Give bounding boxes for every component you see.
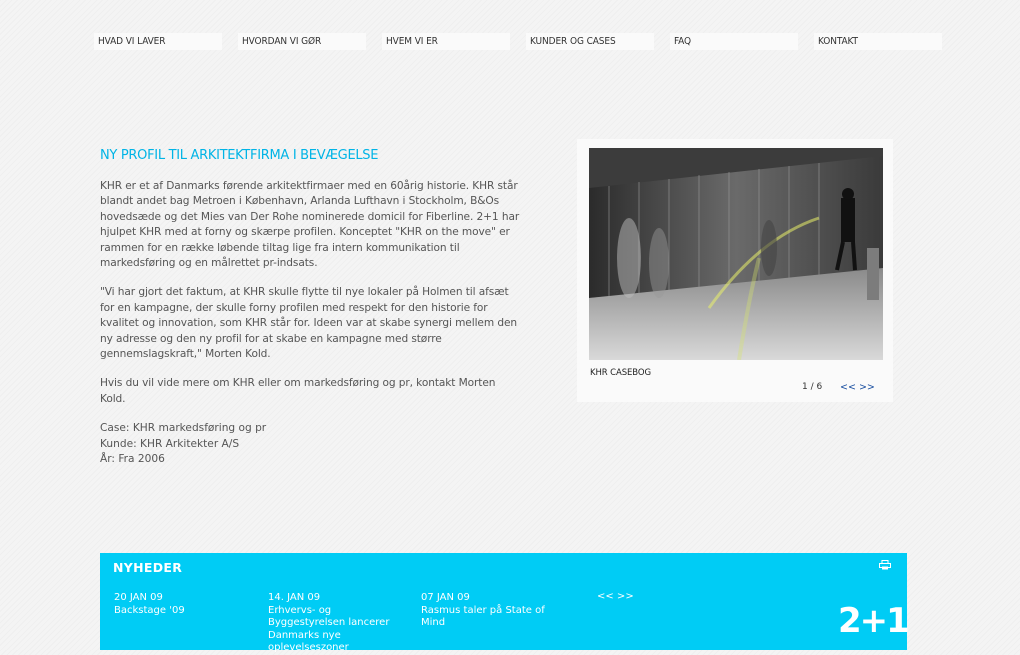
- news-nav-arrows[interactable]: << >>: [597, 591, 634, 602]
- page-counter: 1 / 6: [802, 382, 823, 392]
- case-meta-line: Case: KHR markedsføring og pr: [100, 422, 267, 435]
- nav-item-hvordan-vi-goer[interactable]: HVORDAN VI GØR: [238, 33, 366, 50]
- news-text: Erhvervs- og Byggestyrelsen lancerer Dan…: [268, 604, 390, 654]
- gallery-nav-arrows[interactable]: << >>: [840, 382, 875, 393]
- news-text: Rasmus taler på State of Mind: [421, 604, 545, 629]
- article: NY PROFIL TIL ARKITEKTFIRMA I BEVÆGELSE …: [100, 148, 520, 468]
- nav-item-hvad-vi-laver[interactable]: HVAD VI LAVER: [94, 33, 222, 50]
- news-item[interactable]: 14. JAN 09 Erhvervs- og Byggestyrelsen l…: [268, 592, 408, 655]
- print-icon[interactable]: [879, 560, 891, 570]
- case-meta-line: År: Fra 2006: [100, 453, 165, 466]
- news-date: 07 JAN 09: [421, 592, 470, 603]
- news-item[interactable]: 20 JAN 09 Backstage '09: [114, 592, 254, 617]
- main-nav: HVAD VI LAVER HVORDAN VI GØR HVEM VI ER …: [94, 33, 944, 51]
- case-label: KHR CASEBOG: [590, 368, 651, 378]
- article-paragraph: "Vi har gjort det faktum, at KHR skulle …: [100, 286, 517, 361]
- brand-logo[interactable]: 2+1: [838, 601, 910, 641]
- nav-item-faq[interactable]: FAQ: [670, 33, 798, 50]
- nav-item-hvem-vi-er[interactable]: HVEM VI ER: [382, 33, 510, 50]
- case-photo: [589, 148, 883, 360]
- news-date: 14. JAN 09: [268, 592, 321, 603]
- case-meta: Case: KHR markedsføring og pr Kunde: KHR…: [100, 421, 520, 467]
- article-title: NY PROFIL TIL ARKITEKTFIRMA I BEVÆGELSE: [100, 148, 379, 163]
- news-item[interactable]: 07 JAN 09 Rasmus taler på State of Mind: [421, 592, 551, 630]
- news-date: 20 JAN 09: [114, 592, 163, 603]
- nav-item-kunder-og-cases[interactable]: KUNDER OG CASES: [526, 33, 654, 50]
- article-paragraph: KHR er et af Danmarks førende arkitektfi…: [100, 180, 520, 270]
- case-meta-line: Kunde: KHR Arkitekter A/S: [100, 437, 240, 450]
- news-bar: NYHEDER 20 JAN 09 Backstage '09 14. JAN …: [100, 553, 910, 653]
- news-text: Backstage '09: [114, 604, 185, 616]
- case-gallery: KHR CASEBOG 1 / 6 << >>: [577, 139, 893, 402]
- nav-item-kontakt[interactable]: KONTAKT: [814, 33, 942, 50]
- article-paragraph: Hvis du vil vide mere om KHR eller om ma…: [100, 377, 496, 405]
- news-heading: NYHEDER: [113, 560, 183, 575]
